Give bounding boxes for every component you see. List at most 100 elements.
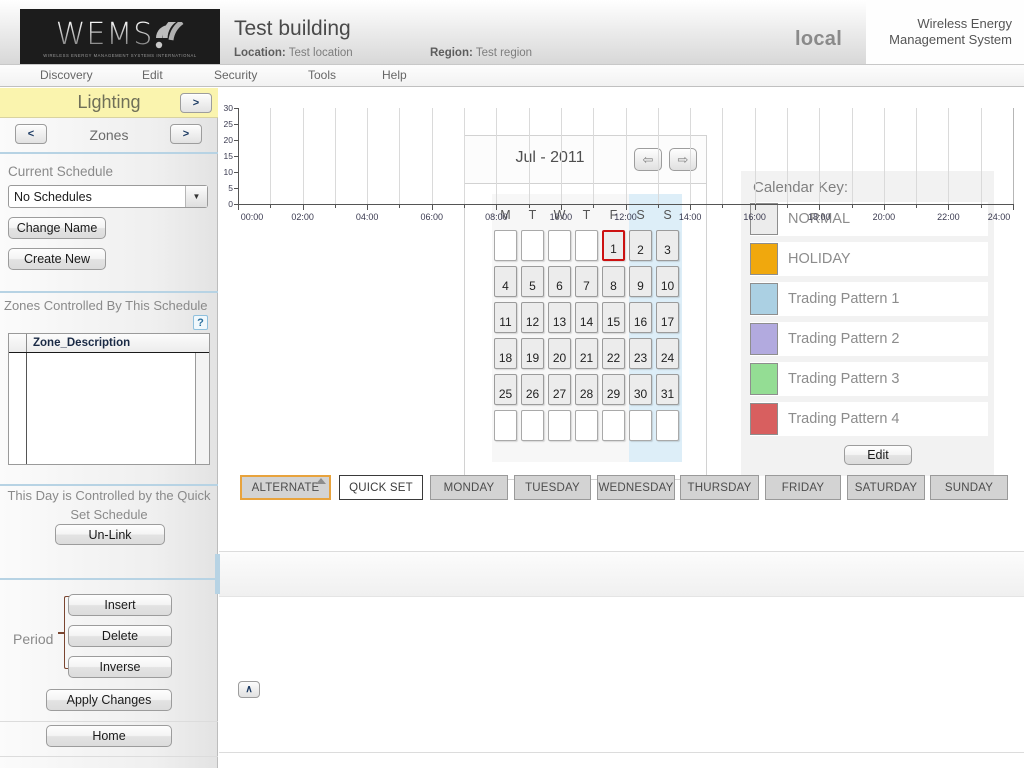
- divider-bottom: [0, 756, 218, 757]
- chart-gridline: [690, 108, 692, 204]
- menu-item-edit[interactable]: Edit: [142, 68, 163, 82]
- chart-gridline: [851, 108, 853, 204]
- create-new-button[interactable]: Create New: [8, 248, 106, 270]
- menu-item-security[interactable]: Security: [214, 68, 257, 82]
- calendar-day-cell[interactable]: 29: [602, 373, 625, 405]
- calendar-day-cell[interactable]: 16: [629, 301, 652, 333]
- chart-y-tick: [234, 108, 238, 109]
- chart-y-tick: [234, 124, 238, 125]
- calendar-day-cell[interactable]: 15: [602, 301, 625, 333]
- period-brace-tick: [58, 632, 64, 634]
- chart-x-tick-label: 24:00: [987, 212, 1011, 222]
- calendar-day-cell[interactable]: 19: [521, 337, 544, 369]
- schedule-select[interactable]: No Schedules ▼: [8, 185, 208, 208]
- calendar-day-cell[interactable]: 28: [575, 373, 598, 405]
- chart-x-tick: [464, 204, 466, 208]
- calendar-day-cell[interactable]: 10: [656, 265, 679, 297]
- inverse-button[interactable]: Inverse: [68, 656, 172, 678]
- schedule-select-value: No Schedules: [14, 189, 92, 204]
- un-link-button[interactable]: Un-Link: [55, 524, 165, 545]
- quickset-note-line-2: Set Schedule: [70, 507, 148, 522]
- lighting-next-button[interactable]: >: [180, 93, 212, 113]
- calendar-day-cell[interactable]: 5: [521, 265, 544, 297]
- calendar-day-cell[interactable]: 18: [494, 337, 517, 369]
- calendar-day-cell[interactable]: 8: [602, 265, 625, 297]
- zone-table-row-gutter: [9, 353, 27, 464]
- calendar-key-swatch: [750, 363, 778, 395]
- day-tab-thursday[interactable]: THURSDAY: [680, 475, 759, 500]
- calendar-day-cell[interactable]: 4: [494, 265, 517, 297]
- zones-next-button[interactable]: >: [170, 124, 202, 144]
- day-tab-tuesday[interactable]: TUESDAY: [514, 475, 591, 500]
- chart-gridline: [916, 108, 918, 204]
- menu-item-discovery[interactable]: Discovery: [40, 68, 93, 82]
- day-tab-quick-set[interactable]: QUICK SET: [339, 475, 423, 500]
- change-name-button[interactable]: Change Name: [8, 217, 106, 239]
- calendar-day-cell[interactable]: 14: [575, 301, 598, 333]
- calendar-day-cell[interactable]: 11: [494, 301, 517, 333]
- zone-table[interactable]: Zone_Description: [8, 333, 210, 465]
- calendar-day-cell[interactable]: 25: [494, 373, 517, 405]
- chart-gridline: [786, 108, 788, 204]
- main-menu-bar: Discovery Edit Security Tools Help: [0, 64, 1024, 87]
- calendar-key-edit-button[interactable]: Edit: [844, 445, 912, 465]
- chart-gridline: [657, 108, 659, 204]
- calendar-day-cell[interactable]: 30: [629, 373, 652, 405]
- calendar-day-empty: [494, 229, 517, 261]
- chart-gridline: [625, 108, 627, 204]
- calendar-day-cell[interactable]: 12: [521, 301, 544, 333]
- zone-table-body: [9, 353, 209, 464]
- chart-x-tick-label: 02:00: [291, 212, 314, 222]
- schedule-chart[interactable]: 0 5 10 15 20 25 30 00:00 02:00 04:00 06:00 08:00 10:…: [224, 103, 1014, 222]
- day-tab-saturday[interactable]: SATURDAY: [847, 475, 925, 500]
- chart-x-tick: [367, 204, 369, 210]
- calendar-day-empty: [602, 409, 625, 441]
- day-tab-monday[interactable]: MONDAY: [430, 475, 508, 500]
- calendar-day-cell[interactable]: 21: [575, 337, 598, 369]
- chart-x-tick: [302, 204, 304, 210]
- calendar-day-cell[interactable]: 3: [656, 229, 679, 261]
- calendar-day-cell[interactable]: 9: [629, 265, 652, 297]
- calendar-day-cell[interactable]: 26: [521, 373, 544, 405]
- chart-y-tick: [234, 172, 238, 173]
- day-tab-alternate[interactable]: ALTERNATE: [240, 475, 331, 500]
- calendar-day-cell[interactable]: 6: [548, 265, 571, 297]
- logo-wordmark: WEMS: [55, 16, 154, 52]
- chart-gridline: [302, 108, 304, 204]
- calendar-day-cell[interactable]: 7: [575, 265, 598, 297]
- chart-x-tick: [431, 204, 433, 210]
- location-label: Location:: [234, 47, 286, 59]
- calendar-day-cell[interactable]: 22: [602, 337, 625, 369]
- calendar-day-cell[interactable]: 13: [548, 301, 571, 333]
- calendar-day-cell[interactable]: 24: [656, 337, 679, 369]
- calendar-key-label: Trading Pattern 4: [788, 411, 900, 427]
- menu-item-help[interactable]: Help: [382, 68, 407, 82]
- schedule-chart-plot-area[interactable]: 0 5 10 15 20 25 30 00:00 02:00 04:00 06:00 08:00 10:…: [224, 103, 1014, 222]
- calendar-key-label: Trading Pattern 1: [788, 291, 900, 307]
- brand-block: Wireless Energy Management System: [866, 0, 1024, 64]
- brand-text: Wireless Energy Management System: [889, 16, 1012, 48]
- delete-button[interactable]: Delete: [68, 625, 172, 647]
- calendar-day-cell[interactable]: 31: [656, 373, 679, 405]
- chart-scroll-up-button[interactable]: ∧: [238, 681, 260, 698]
- chart-x-tick-label: 12:00: [614, 212, 637, 222]
- calendar-day-empty: [656, 409, 679, 441]
- menu-item-tools[interactable]: Tools: [308, 68, 336, 82]
- divider-home: [0, 721, 218, 722]
- day-tab-friday[interactable]: FRIDAY: [765, 475, 841, 500]
- calendar-day-cell[interactable]: 2: [629, 229, 652, 261]
- calendar-day-cell[interactable]: 27: [548, 373, 571, 405]
- insert-button[interactable]: Insert: [68, 594, 172, 616]
- day-tab-sunday[interactable]: SUNDAY: [930, 475, 1008, 500]
- calendar-day-cell[interactable]: 20: [548, 337, 571, 369]
- calendar-grid: M T W T F S S 1 2 3 4 5 6 7 8 9 10 11 12 13 14 15 16 17 1…: [492, 198, 682, 443]
- calendar-day-cell[interactable]: 23: [629, 337, 652, 369]
- zone-table-scrollbar[interactable]: [196, 353, 209, 464]
- apply-changes-button[interactable]: Apply Changes: [46, 689, 172, 711]
- home-button[interactable]: Home: [46, 725, 172, 747]
- zones-prev-button[interactable]: <: [15, 124, 47, 144]
- day-tab-wednesday[interactable]: WEDNESDAY: [597, 475, 675, 500]
- calendar-day-cell[interactable]: 1: [602, 229, 625, 261]
- calendar-day-cell[interactable]: 17: [656, 301, 679, 333]
- help-icon[interactable]: ?: [193, 315, 208, 330]
